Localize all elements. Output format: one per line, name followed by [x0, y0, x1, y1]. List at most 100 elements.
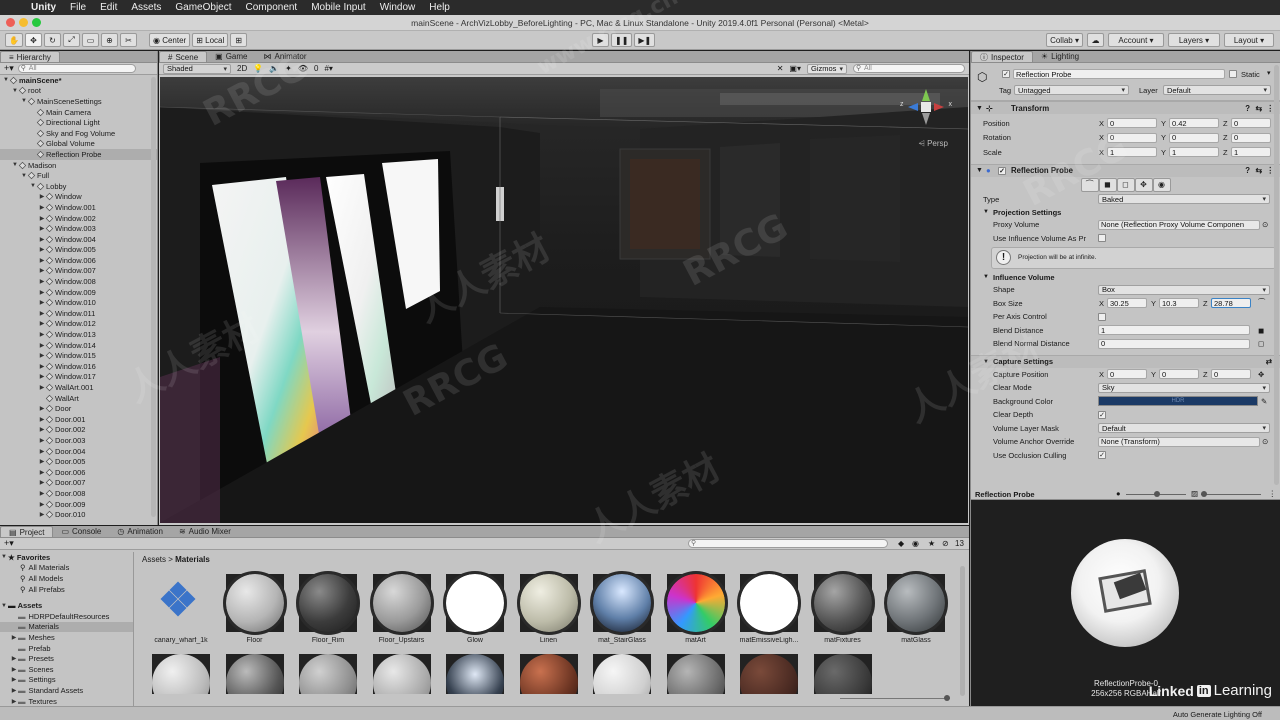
menu-window[interactable]: Window: [373, 2, 423, 13]
collapse-arrow-icon[interactable]: ▶: [38, 426, 46, 433]
breadcrumb-assets[interactable]: Assets: [142, 555, 166, 564]
menu-component[interactable]: Component: [239, 2, 305, 13]
capture-settings-header[interactable]: ▼ Capture Settings ⇄: [971, 354, 1280, 368]
transform-y-field[interactable]: 1: [1169, 147, 1219, 158]
hierarchy-item[interactable]: ▶ Door.001: [0, 414, 157, 425]
material-sphere-icon[interactable]: [666, 654, 725, 694]
edit-proxy-button[interactable]: ◉: [1152, 177, 1171, 192]
hierarchy-item[interactable]: ▼ Lobby: [0, 181, 157, 192]
scale-tool-button[interactable]: ⤢: [62, 33, 80, 47]
hierarchy-item[interactable]: ▶ Door.007: [0, 478, 157, 489]
material-tile[interactable]: Floor_Rim: [295, 571, 361, 644]
cloud-button[interactable]: ☁: [1087, 33, 1104, 47]
project-search[interactable]: [688, 539, 888, 548]
transform-y-field[interactable]: 0.42: [1169, 118, 1219, 129]
hierarchy-item[interactable]: ▶ WallArt.001: [0, 382, 157, 393]
favorite-item[interactable]: ⚲ All Materials: [0, 563, 133, 574]
hierarchy-item[interactable]: ▶ Window.005: [0, 245, 157, 256]
material-tile[interactable]: Floor: [222, 571, 288, 644]
folder-item[interactable]: ▶ ▬ Settings: [0, 675, 133, 686]
exposure-slider[interactable]: [1126, 491, 1186, 497]
clear-mode-dropdown[interactable]: Sky: [1098, 382, 1270, 393]
hierarchy-item[interactable]: ▼ mainScene*: [0, 75, 157, 86]
box-edit-icon[interactable]: ⏜: [1258, 298, 1265, 308]
collapse-arrow-icon[interactable]: ▶: [38, 331, 46, 338]
occlusion-checkbox[interactable]: ✓: [1098, 451, 1106, 460]
hierarchy-item[interactable]: ▶ Door.005: [0, 456, 157, 467]
active-checkbox[interactable]: ✓: [1002, 70, 1010, 78]
transform-tool-button[interactable]: ⊕: [100, 33, 118, 47]
scene-viewport[interactable]: x z ⩤ Persp: [160, 77, 968, 523]
static-checkbox[interactable]: [1229, 70, 1237, 78]
material-sphere-icon[interactable]: [152, 654, 210, 694]
material-tile[interactable]: Glow: [442, 571, 508, 644]
project-scrollbar[interactable]: [960, 566, 965, 696]
folder-item[interactable]: ▶ ▬ Scenes: [0, 664, 133, 675]
mode-2d-toggle[interactable]: 2D: [237, 64, 247, 73]
lighting-toggle-icon[interactable]: 💡: [253, 64, 263, 73]
proxy-volume-field[interactable]: None (Reflection Proxy Volume Componen: [1098, 219, 1260, 230]
camera-icon[interactable]: ▣▾: [789, 64, 801, 73]
box-size-y-field[interactable]: 10.3: [1159, 298, 1199, 309]
help-icon[interactable]: ?: [1245, 104, 1250, 113]
influence-volume-header[interactable]: ▼ Influence Volume: [971, 271, 1280, 283]
more-icon[interactable]: ⋮: [1266, 104, 1274, 113]
collapse-arrow-icon[interactable]: ▶: [38, 384, 46, 391]
transform-header[interactable]: ▼ ⊹ Transform ? ⇆ ⋮: [971, 101, 1280, 114]
layer-dropdown[interactable]: Default: [1163, 85, 1271, 95]
hand-tool-button[interactable]: ✋: [5, 33, 23, 47]
preset-icon[interactable]: ⇆: [1255, 104, 1262, 113]
hierarchy-item[interactable]: Directional Light: [0, 117, 157, 128]
pause-button[interactable]: ❚❚: [611, 33, 633, 47]
hierarchy-item[interactable]: ▶ Window: [0, 192, 157, 203]
projection-settings-header[interactable]: ▼ Projection Settings: [971, 206, 1280, 218]
zoom-window-button[interactable]: [32, 18, 41, 27]
hierarchy-item[interactable]: ▶ Window.011: [0, 308, 157, 319]
collapse-arrow-icon[interactable]: ▶: [38, 511, 46, 518]
minimize-window-button[interactable]: [19, 18, 28, 27]
material-sphere-icon[interactable]: [740, 654, 798, 694]
breadcrumb-materials[interactable]: Materials: [175, 555, 210, 564]
material-tile[interactable]: matFixtures: [810, 571, 876, 644]
material-sphere-icon[interactable]: [519, 654, 578, 694]
collab-dropdown[interactable]: Collab ▾: [1046, 33, 1083, 47]
hierarchy-item[interactable]: ▶ Door.010: [0, 509, 157, 520]
project-create-dropdown[interactable]: +▾: [4, 538, 14, 549]
capture-edit-icon[interactable]: ✥: [1258, 370, 1264, 379]
hierarchy-search[interactable]: All: [17, 64, 136, 73]
hierarchy-item[interactable]: ▶ Door.009: [0, 499, 157, 510]
collapse-arrow-icon[interactable]: ▶: [38, 193, 46, 200]
hierarchy-item[interactable]: ▼ root: [0, 86, 157, 97]
type-dropdown[interactable]: Baked: [1098, 194, 1270, 205]
menu-file[interactable]: File: [63, 2, 93, 13]
collapse-arrow-icon[interactable]: ▶: [38, 299, 46, 306]
hierarchy-item[interactable]: WallArt: [0, 393, 157, 404]
folder-expand-icon[interactable]: ▶: [10, 666, 18, 673]
scene-axis-gizmo[interactable]: x z: [900, 85, 952, 141]
blend-normal-field[interactable]: 0: [1098, 338, 1250, 349]
hierarchy-item[interactable]: ▶ Window.007: [0, 266, 157, 277]
tools-icon[interactable]: ✕: [777, 64, 784, 73]
hierarchy-item[interactable]: Sky and Fog Volume: [0, 128, 157, 139]
step-button[interactable]: ▶❚: [634, 33, 656, 47]
transform-y-field[interactable]: 0: [1169, 132, 1219, 143]
menu-app-unity[interactable]: Unity: [24, 2, 63, 13]
tag-dropdown[interactable]: Untagged: [1014, 85, 1129, 95]
tab-scene[interactable]: # Scene: [159, 51, 208, 62]
transform-z-field[interactable]: 0: [1231, 132, 1271, 143]
object-name-field[interactable]: Reflection Probe: [1013, 69, 1225, 79]
expand-arrow-icon[interactable]: ▼: [11, 88, 19, 94]
hierarchy-item[interactable]: Main Camera: [0, 107, 157, 118]
pivot-mode-button[interactable]: ◉ Center: [148, 33, 191, 47]
edit-influence-button[interactable]: ⏜: [1080, 177, 1099, 192]
hidden-objects-icon[interactable]: 👁: [298, 64, 308, 73]
folder-item[interactable]: ▬ Materials: [0, 621, 133, 633]
move-tool-button[interactable]: ✥: [24, 33, 42, 47]
rotate-tool-button[interactable]: ↻: [43, 33, 61, 47]
hierarchy-item[interactable]: ▶ Door.006: [0, 467, 157, 478]
projection-label[interactable]: ⩤ Persp: [918, 139, 948, 149]
use-influence-checkbox[interactable]: [1098, 234, 1106, 243]
hierarchy-item[interactable]: ▶ Window.004: [0, 234, 157, 245]
material-tile[interactable]: matGlass: [883, 571, 949, 644]
hierarchy-item[interactable]: ▶ Window.012: [0, 319, 157, 330]
